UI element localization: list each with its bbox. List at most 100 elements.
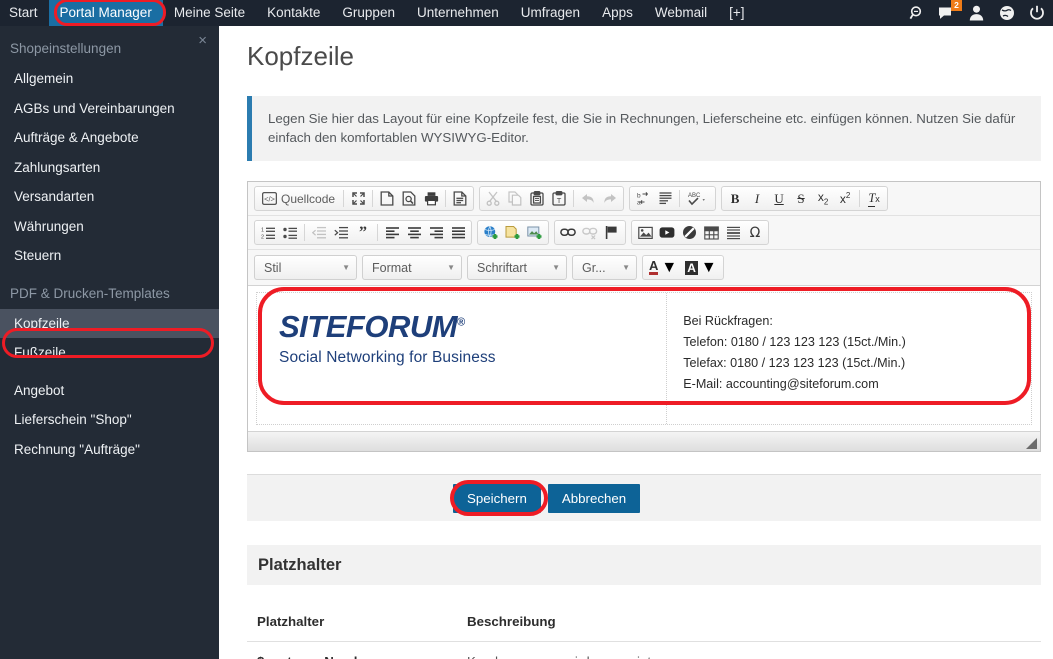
unlink-button[interactable] [579, 222, 601, 243]
paste-button[interactable] [526, 188, 548, 209]
numbered-list-button[interactable]: 12 [257, 222, 279, 243]
size-select-value: Gr... [582, 260, 606, 275]
select-all-button[interactable] [654, 188, 676, 209]
nav-item-gruppen[interactable]: Gruppen [331, 0, 406, 26]
chevron-down-icon: ▼ [447, 263, 455, 272]
italic-button[interactable]: I [746, 188, 768, 209]
power-icon[interactable] [1028, 5, 1045, 22]
bold-button[interactable]: B [724, 188, 746, 209]
toolbar-group-paragraph: 12 ” [254, 220, 472, 245]
nav-item-webmail[interactable]: Webmail [644, 0, 718, 26]
nav-item-meine-seite[interactable]: Meine Seite [163, 0, 256, 26]
nav-item-kontakte[interactable]: Kontakte [256, 0, 331, 26]
maximize-button[interactable] [347, 188, 369, 209]
new-page-button[interactable] [376, 188, 398, 209]
page-title: Kopfzeile [247, 41, 354, 71]
print-button[interactable] [420, 188, 442, 209]
find-replace-button[interactable]: ba [632, 188, 654, 209]
close-icon[interactable]: × [198, 33, 207, 48]
underline-button[interactable]: U [768, 188, 790, 209]
align-center-button[interactable] [403, 222, 425, 243]
globe-icon[interactable] [998, 5, 1015, 22]
strikethrough-button[interactable]: S [790, 188, 812, 209]
resize-handle[interactable] [1026, 438, 1037, 449]
font-select[interactable]: Schriftart ▼ [467, 255, 567, 280]
toolbar-group-editing: ba ABC [629, 186, 717, 211]
sidebar-item-steuern[interactable]: Steuern [0, 241, 219, 271]
user-icon[interactable] [968, 5, 985, 22]
image-icon[interactable] [634, 222, 656, 243]
nav-item-portal-manager[interactable]: Portal Manager [48, 0, 163, 26]
nav-item-add-more[interactable]: [+] [718, 0, 755, 26]
special-character-icon[interactable]: Ω [744, 222, 766, 243]
nav-item-unternehmen[interactable]: Unternehmen [406, 0, 510, 26]
insert-page-button[interactable] [502, 222, 524, 243]
spellcheck-button[interactable]: ABC [683, 188, 713, 209]
messages-icon[interactable]: 2 [938, 0, 962, 22]
sidebar-section-pdf-templates: PDF & Drucken-Templates [10, 285, 170, 301]
preview-button[interactable] [398, 188, 420, 209]
internal-link-button[interactable] [480, 222, 502, 243]
nav-item-start[interactable]: Start [0, 0, 49, 26]
sidebar-item-kopfzeile[interactable]: Kopfzeile [0, 308, 219, 338]
size-select[interactable]: Gr... ▼ [572, 255, 637, 280]
editor-footer-bar [248, 431, 1040, 451]
align-left-button[interactable] [381, 222, 403, 243]
sidebar-item-fusszeile[interactable]: Fußzeile [0, 338, 219, 368]
undo-button[interactable] [577, 188, 599, 209]
editor-toolbar-row-2: 12 ” Ω [248, 216, 1040, 250]
youtube-icon[interactable] [656, 222, 678, 243]
source-code-button[interactable]: </> Quellcode [257, 188, 340, 209]
contact-cell: Bei Rückfragen: Telefon: 0180 / 123 123 … [667, 293, 1031, 424]
action-bar: Speichern Abbrechen [247, 475, 1041, 521]
font-select-value: Schriftart [477, 260, 528, 275]
cancel-button[interactable]: Abbrechen [547, 483, 641, 513]
subscript-button[interactable]: x2 [812, 188, 834, 209]
logo-wordmark: SITEFORUM [279, 309, 458, 344]
svg-text:T: T [557, 196, 562, 205]
placeholder-key: $customerNumber [247, 641, 457, 659]
sidebar-item-auftraege-angebote[interactable]: Aufträge & Angebote [0, 123, 219, 153]
bulleted-list-button[interactable] [279, 222, 301, 243]
superscript-button[interactable]: x2 [834, 188, 856, 209]
cut-button[interactable] [482, 188, 504, 209]
style-select[interactable]: Stil ▼ [254, 255, 357, 280]
remove-format-button[interactable]: Tx [863, 188, 885, 209]
nav-item-umfragen[interactable]: Umfragen [510, 0, 591, 26]
save-button[interactable]: Speichern [453, 483, 541, 513]
redo-button[interactable] [599, 188, 621, 209]
search-icon[interactable] [908, 5, 925, 22]
sidebar-item-lieferschein-shop[interactable]: Lieferschein "Shop" [0, 405, 219, 435]
text-color-button[interactable]: A ▼ [645, 257, 681, 278]
format-select[interactable]: Format ▼ [362, 255, 462, 280]
align-justify-button[interactable] [447, 222, 469, 243]
background-color-button[interactable]: A ▼ [681, 257, 721, 278]
insert-media-button[interactable] [524, 222, 546, 243]
horizontal-rule-icon[interactable] [722, 222, 744, 243]
table-icon[interactable] [700, 222, 722, 243]
align-right-button[interactable] [425, 222, 447, 243]
copy-button[interactable] [504, 188, 526, 209]
chevron-down-icon: ▼ [342, 263, 350, 272]
toolbar-separator [679, 190, 681, 207]
nav-item-apps[interactable]: Apps [591, 0, 644, 26]
sidebar-item-waehrungen[interactable]: Währungen [0, 212, 219, 242]
sidebar-item-zahlungsarten[interactable]: Zahlungsarten [0, 153, 219, 183]
sidebar-item-allgemein[interactable]: Allgemein [0, 64, 219, 94]
chevron-down-icon: ▼ [661, 258, 678, 276]
editor-content-area[interactable]: SITEFORUM® Social Networking for Busines… [248, 286, 1040, 431]
anchor-button[interactable] [601, 222, 623, 243]
sidebar-item-versandarten[interactable]: Versandarten [0, 182, 219, 212]
link-button[interactable] [557, 222, 579, 243]
toolbar-separator [445, 190, 447, 207]
decrease-indent-button[interactable] [308, 222, 330, 243]
sidebar-item-rechnung-auftraege[interactable]: Rechnung "Aufträge" [0, 435, 219, 465]
sidebar-item-angebot[interactable]: Angebot [0, 376, 219, 406]
paste-text-button[interactable]: T [548, 188, 570, 209]
flash-icon[interactable] [678, 222, 700, 243]
sidebar-item-agbs[interactable]: AGBs und Vereinbarungen [0, 94, 219, 124]
templates-button[interactable] [449, 188, 471, 209]
increase-indent-button[interactable] [330, 222, 352, 243]
blockquote-button[interactable]: ” [352, 222, 374, 243]
